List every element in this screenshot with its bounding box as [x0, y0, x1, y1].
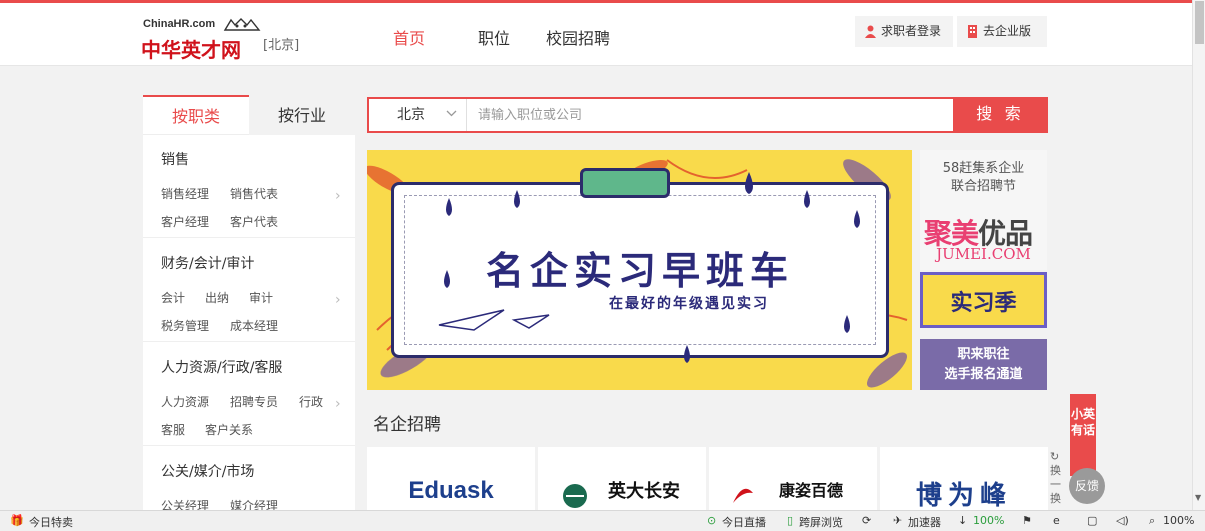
job-link[interactable]: 招聘专员 [230, 393, 278, 410]
chevron-down-icon [446, 110, 457, 117]
company-logos: Eduask 英大长安 康姿百德 博为峰 [367, 447, 1048, 511]
category-pr[interactable]: 公关/媒介/市场 公关经理 媒介经理 [143, 447, 355, 513]
chevron-right-icon: › [335, 292, 341, 308]
chevron-right-icon: › [335, 188, 341, 204]
speed-icon[interactable]: ⟳ [862, 514, 871, 527]
ad-contestant-signup[interactable]: 职来职往 选手报名通道 [920, 339, 1047, 390]
jumei-domain: JUMEI.COM [936, 245, 1031, 263]
job-link[interactable]: 审计 [249, 289, 273, 306]
site-header: ChinaHR.com 中华英才网 [北京] 首页 职位 校园招聘 求职者登录 … [0, 3, 1192, 66]
job-link[interactable]: 客户关系 [205, 421, 253, 438]
search-input[interactable] [468, 99, 953, 131]
logo-chinese: 中华英才网 [141, 40, 241, 62]
enterprise-button[interactable]: 去企业版 [957, 16, 1047, 47]
search-button[interactable]: 搜 索 [953, 97, 1048, 133]
today-live-link[interactable]: 今日直播 [722, 514, 766, 530]
search-city-select[interactable]: 北京 [369, 99, 467, 131]
job-link[interactable]: 税务管理 [161, 317, 209, 334]
chevron-right-icon: › [335, 396, 341, 412]
site-logo[interactable]: ChinaHR.com 中华英才网 [141, 13, 263, 62]
download-status[interactable]: 100% [973, 514, 1004, 527]
flag-icon[interactable]: ⚑ [1022, 514, 1032, 527]
famous-companies-title: 名企招聘 [373, 415, 441, 435]
logo-cat-icon [223, 18, 261, 31]
job-link[interactable]: 客服 [161, 421, 185, 438]
download-icon: ↓ [958, 514, 968, 527]
logo-english: ChinaHR.com [143, 18, 216, 30]
today-deals-link[interactable]: 今日特卖 [29, 514, 73, 530]
accelerator-button[interactable]: 加速器 [908, 514, 941, 530]
building-icon [968, 25, 977, 38]
promo-banner[interactable]: 名企实习早班车 在最好的年级遇见实习 [367, 150, 912, 390]
job-link[interactable]: 客户经理 [161, 213, 209, 230]
tab-by-job-type[interactable]: 按职类 [143, 95, 249, 135]
job-link[interactable]: 成本经理 [230, 317, 278, 334]
cross-screen-link[interactable]: 跨屏浏览 [799, 514, 843, 530]
ie-icon[interactable]: e [1053, 514, 1060, 527]
tab-by-industry[interactable]: 按行业 [249, 95, 355, 135]
category-sidebar: 按职类 按行业 销售 销售经理 销售代表 客户经理 客户代表 › 财务/会计/审… [143, 95, 355, 513]
category-title: 财务/会计/审计 [161, 256, 255, 272]
vertical-scrollbar[interactable]: ▼ [1192, 0, 1205, 510]
rocket-icon: ✈ [893, 514, 903, 527]
ad-jumei[interactable]: 58赶集系企业 联合招聘节 聚美优品 JUMEI.COM [920, 150, 1047, 270]
nav-campus[interactable]: 校园招聘 [546, 25, 610, 49]
refresh-companies-button[interactable]: ↻ 换一换 [1050, 450, 1064, 506]
category-hr[interactable]: 人力资源/行政/客服 人力资源 招聘专员 行政 客服 客户关系 › [143, 343, 355, 446]
job-link[interactable]: 会计 [161, 289, 185, 306]
scroll-down-icon[interactable]: ▼ [1195, 493, 1201, 502]
feedback-button[interactable]: 反馈 [1069, 468, 1105, 504]
category-title: 销售 [161, 152, 189, 168]
job-link[interactable]: 销售代表 [230, 185, 278, 202]
window-icon[interactable]: ▢ [1087, 514, 1097, 527]
company-kangzi[interactable]: 康姿百德 [709, 447, 877, 510]
job-link[interactable]: 销售经理 [161, 185, 209, 202]
category-title: 公关/媒介/市场 [161, 464, 255, 480]
job-search-bar: 北京 搜 索 [367, 97, 1048, 133]
job-link[interactable]: 行政 [299, 393, 323, 410]
browser-status-bar: 🎁 今日特卖 ⊙ 今日直播 ▯ 跨屏浏览 ⟳ ✈ 加速器 ↓ 100% ⚑ e … [0, 510, 1205, 531]
jobseeker-login-button[interactable]: 求职者登录 [855, 16, 953, 47]
company-bowefeng[interactable]: 博为峰 [880, 447, 1048, 511]
raindrops-decoration [444, 172, 860, 363]
nav-jobs[interactable]: 职位 [478, 25, 510, 49]
gift-icon[interactable]: 🎁 [10, 514, 24, 527]
company-eduask[interactable]: Eduask [367, 447, 535, 510]
sidebar-tabs: 按职类 按行业 [143, 95, 355, 135]
nav-home[interactable]: 首页 [393, 25, 425, 49]
ad-jumei-caption: 58赶集系企业 联合招聘节 [942, 161, 1025, 194]
company-yingda[interactable]: 英大长安 [538, 447, 706, 510]
refresh-icon: ↻ [1050, 450, 1060, 463]
zoom-icon: ⌕ [1149, 514, 1156, 527]
side-ads: 58赶集系企业 联合招聘节 聚美优品 JUMEI.COM 实习季 职来职往 选手报… [920, 150, 1047, 390]
ad-internship-season[interactable]: 实习季 [920, 272, 1047, 328]
phone-icon: ▯ [787, 514, 794, 527]
sound-icon[interactable]: ◁) [1116, 514, 1129, 527]
xiaoying-chat-button[interactable]: 小英有话 [1070, 394, 1096, 476]
scrollbar-thumb[interactable] [1195, 1, 1204, 44]
category-finance[interactable]: 财务/会计/审计 会计 出纳 审计 税务管理 成本经理 › [143, 239, 355, 342]
play-icon: ⊙ [707, 514, 717, 527]
job-link[interactable]: 客户代表 [230, 213, 278, 230]
job-link[interactable]: 出纳 [205, 289, 229, 306]
zoom-level[interactable]: 100% [1163, 514, 1194, 527]
category-title: 人力资源/行政/客服 [161, 360, 283, 376]
category-sales[interactable]: 销售 销售经理 销售代表 客户经理 客户代表 › [143, 135, 355, 238]
city-switch[interactable]: [北京] [263, 34, 299, 53]
user-icon [865, 25, 876, 38]
job-link[interactable]: 人力资源 [161, 393, 209, 410]
